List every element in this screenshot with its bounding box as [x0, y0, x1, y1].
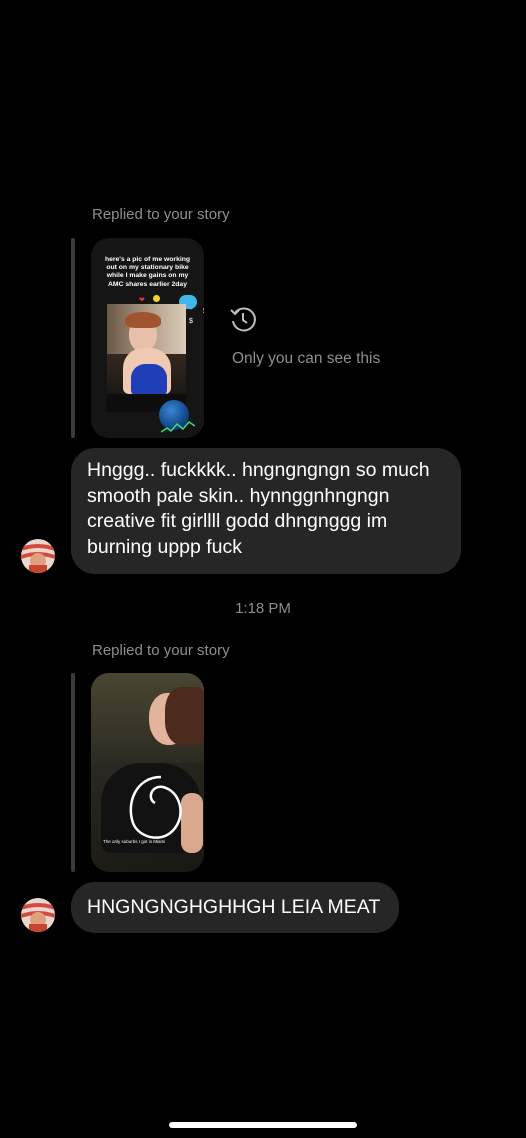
story-caption: The only suburbs I got is Miami — [103, 839, 166, 844]
person-hair — [125, 312, 161, 328]
story-photo — [107, 304, 186, 412]
quote-bar — [71, 673, 75, 872]
blue-top — [131, 364, 167, 396]
message-bubble[interactable]: Hnggg.. fuckkkk.. hngngngngn so much smo… — [71, 448, 461, 574]
story-caption: here's a pic of me working out on my sta… — [104, 256, 191, 288]
user-avatar[interactable] — [21, 898, 55, 932]
history-clock-icon — [230, 307, 256, 332]
timestamp: 1:18 PM — [235, 600, 291, 617]
reply-label: Replied to your story — [92, 642, 230, 659]
user-avatar[interactable] — [21, 539, 55, 573]
home-indicator[interactable] — [169, 1122, 357, 1128]
avatar-image — [21, 898, 55, 932]
story-thumbnail[interactable]: The only suburbs I got is Miami — [91, 673, 204, 872]
chart-squiggle-icon — [161, 421, 195, 433]
avatar-image — [21, 539, 55, 573]
sticker-dollar-2: $ — [203, 308, 204, 315]
story-thumbnail[interactable]: here's a pic of me working out on my sta… — [91, 238, 204, 438]
heart-emoji-icon: ❤ — [139, 297, 145, 304]
sticker-dollar-3: $ — [189, 318, 193, 325]
privacy-note: Only you can see this — [232, 350, 381, 367]
reply-label: Replied to your story — [92, 206, 230, 223]
message-bubble[interactable]: HNGNGNGHGHHGH LEIA MEAT — [71, 882, 399, 933]
message-text: HNGNGNGHGHHGH LEIA MEAT — [87, 896, 381, 918]
quote-bar — [71, 238, 75, 438]
person-hair — [165, 687, 204, 745]
message-text: Hnggg.. fuckkkk.. hngngngngn so much smo… — [87, 459, 430, 558]
smiley-emoji-icon — [153, 295, 160, 302]
